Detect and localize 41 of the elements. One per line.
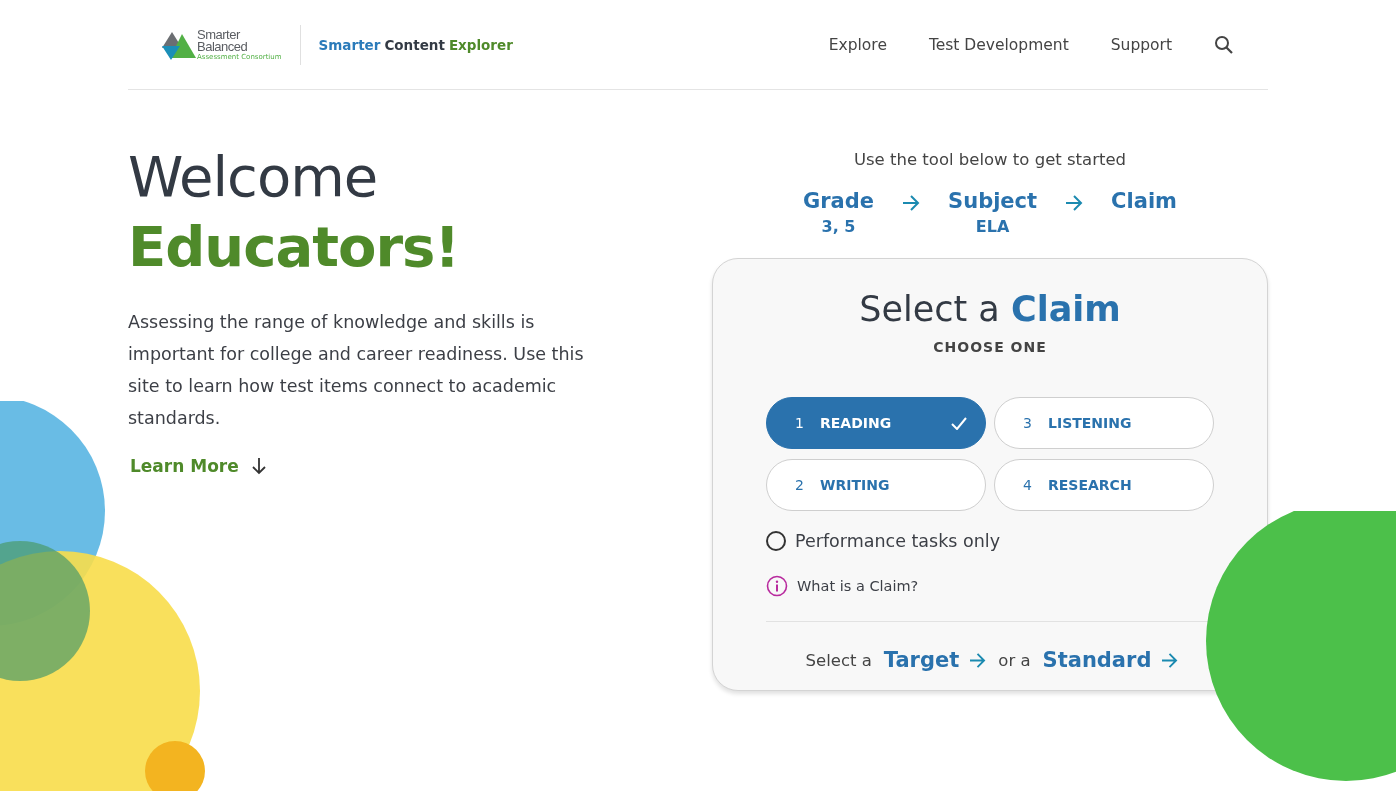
search-icon[interactable] [1214, 34, 1234, 55]
intro-text: Assessing the range of knowledge and skills is important for college and career readiness. Use this site to learn how test items connect to academic standards. [128, 311, 585, 430]
step-link[interactable]: Grade [803, 189, 875, 213]
site-title: Smarter [318, 36, 381, 53]
radio-button[interactable] [766, 531, 786, 551]
claim-option[interactable]: 1 READING [766, 397, 986, 449]
arrow-right-icon [902, 195, 921, 211]
card-subtitle: CHOOSE ONE [933, 339, 1047, 355]
claim-option[interactable]: 2 WRITING [766, 459, 986, 511]
step-link[interactable]: Subject [948, 189, 1038, 213]
checkmark-icon [951, 416, 967, 430]
help-link[interactable]: What is a Claim? [797, 578, 919, 594]
nav-link[interactable]: Test Development [928, 35, 1069, 54]
logo-text: Balanced [197, 41, 248, 54]
claim-option[interactable]: 4 RESEARCH [994, 459, 1214, 511]
hero-title: Educators! [128, 213, 460, 281]
target-link[interactable]: Target [883, 648, 987, 672]
tool-hint: Use the tool below to get started [853, 150, 1127, 169]
arrow-right-icon [1161, 652, 1179, 668]
footer-text: Select a [805, 650, 872, 670]
hero-title: Welcome [128, 143, 379, 211]
step-value: ELA [975, 217, 1010, 236]
info-icon [766, 575, 788, 597]
step-value: 3, 5 [821, 217, 856, 236]
site-title: Content [384, 36, 445, 53]
logo-text: Smarter [197, 28, 241, 42]
standard-link[interactable]: Standard [1042, 648, 1179, 672]
arrow-right-icon [969, 652, 987, 668]
site-title: Explorer [448, 36, 513, 53]
card-title: Claim [1010, 289, 1121, 329]
footer-text: or a [998, 650, 1031, 670]
step-link[interactable]: Claim [1111, 189, 1177, 213]
claim-option[interactable]: 3 LISTENING [994, 397, 1214, 449]
learn-more-link[interactable]: Learn More [128, 456, 267, 476]
arrow-down-icon [250, 457, 267, 475]
radio-label: Performance tasks only [795, 531, 1000, 551]
nav-link[interactable]: Support [1110, 35, 1172, 54]
card-title: Select a [859, 289, 1000, 329]
arrow-right-icon [1065, 195, 1084, 211]
nav-link[interactable]: Explore [828, 35, 887, 54]
triangles-icon [162, 32, 196, 61]
